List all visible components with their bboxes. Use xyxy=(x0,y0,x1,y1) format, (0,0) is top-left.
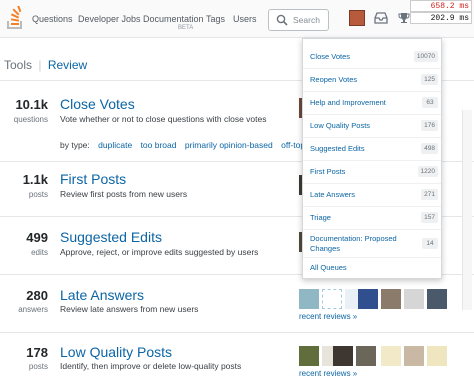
dropdown-item-help-and-improvement[interactable]: Help and Improvement 63 xyxy=(303,92,441,115)
reviewer-avatar[interactable] xyxy=(358,289,378,309)
reviewer-avatar[interactable] xyxy=(299,289,319,309)
dropdown-item-triage[interactable]: Triage 157 xyxy=(303,207,441,230)
filter-duplicate[interactable]: duplicate xyxy=(98,140,132,150)
tab-review[interactable]: Review xyxy=(48,58,87,72)
reviewer-avatar[interactable] xyxy=(404,289,424,309)
queue-count-badge: 176 xyxy=(421,120,438,131)
queue-title-link[interactable]: Close Votes xyxy=(60,96,135,112)
search-input[interactable]: Search xyxy=(268,9,329,31)
user-avatar[interactable] xyxy=(349,10,365,26)
queue-count-badge: 498 xyxy=(421,143,438,154)
tab-separator: | xyxy=(38,58,42,72)
dropdown-item-label: Late Answers xyxy=(310,190,356,199)
queue-title-link[interactable]: Late Answers xyxy=(60,287,144,303)
queue-description: Review late answers from new users xyxy=(60,304,199,314)
tab-tools[interactable]: Tools xyxy=(4,58,32,72)
by-type-label: by type: xyxy=(60,140,90,150)
queue-count-badge: 1220 xyxy=(417,166,438,177)
page-tabs: Tools | Review xyxy=(4,58,87,72)
queue-count-badge: 125 xyxy=(421,74,438,85)
queue-title-link[interactable]: Suggested Edits xyxy=(60,229,162,245)
beta-badge: BETA xyxy=(178,25,194,31)
filter-opinion-based[interactable]: primarily opinion-based xyxy=(185,140,273,150)
reviewer-avatar[interactable] xyxy=(381,289,401,309)
dropdown-item-label: Close Votes xyxy=(310,52,351,61)
stack-overflow-logo-icon[interactable] xyxy=(6,6,24,30)
queue-count-badge: 157 xyxy=(421,212,438,223)
queue-count: 280 xyxy=(26,288,48,303)
search-placeholder: Search xyxy=(293,15,320,25)
scrollbar[interactable] xyxy=(462,110,472,310)
nav-questions[interactable]: Questions xyxy=(32,14,73,24)
close-vote-type-filters: by type: duplicate too broad primarily o… xyxy=(60,140,311,150)
nav-tags[interactable]: Tags xyxy=(206,14,225,24)
queue-description: Approve, reject, or improve edits sugges… xyxy=(60,247,259,257)
reviewer-avatar[interactable] xyxy=(333,346,353,366)
dropdown-item-all-queues[interactable]: All Queues xyxy=(303,258,441,278)
recent-reviews-link[interactable]: recent reviews » xyxy=(299,369,357,378)
queue-count: 178 xyxy=(26,345,48,360)
reviewer-avatar[interactable] xyxy=(427,346,447,366)
queue-unit: questions xyxy=(13,115,48,124)
nav-users[interactable]: Users xyxy=(233,14,257,24)
dropdown-item-label: Low Quality Posts xyxy=(310,121,371,130)
queue-count-badge: 14 xyxy=(422,238,438,249)
reviewer-avatar[interactable] xyxy=(356,346,376,366)
queue-count-badge: 10070 xyxy=(413,51,438,62)
reviewer-avatar[interactable] xyxy=(322,289,342,309)
queue-description: Review first posts from new users xyxy=(60,189,188,199)
filter-too-broad[interactable]: too broad xyxy=(141,140,177,150)
dropdown-item-first-posts[interactable]: First Posts 1220 xyxy=(303,161,441,184)
queue-title-link[interactable]: Low Quality Posts xyxy=(60,344,172,360)
dropdown-item-close-votes[interactable]: Close Votes 10070 xyxy=(303,43,441,69)
queue-unit: answers xyxy=(18,305,48,314)
top-bar: Questions Developer Jobs Documentation B… xyxy=(0,0,474,38)
divider xyxy=(0,332,474,333)
queue-count-badge: 63 xyxy=(422,97,438,108)
dropdown-item-late-answers[interactable]: Late Answers 271 xyxy=(303,184,441,207)
queue-count-badge: 271 xyxy=(421,189,438,200)
queue-count: 10.1k xyxy=(15,97,48,112)
queue-unit: edits xyxy=(31,248,48,257)
queue-unit: posts xyxy=(28,362,48,371)
reviewer-avatar[interactable] xyxy=(427,289,447,309)
search-icon xyxy=(276,14,288,26)
dropdown-item-label: Suggested Edits xyxy=(310,144,365,153)
reviewer-avatar[interactable] xyxy=(404,346,424,366)
dropdown-item-label: Documentation: Proposed Changes xyxy=(310,234,397,253)
perf-timer-server: 202.9 ms xyxy=(410,12,472,24)
queue-title-link[interactable]: First Posts xyxy=(60,171,126,187)
dropdown-item-label: First Posts xyxy=(310,167,346,176)
inbox-icon[interactable] xyxy=(374,12,388,24)
recent-reviews-link[interactable]: recent reviews » xyxy=(299,312,357,321)
queue-unit: posts xyxy=(28,190,48,199)
reviewer-avatar[interactable] xyxy=(299,346,319,366)
queue-description: Identify, then improve or delete low-qua… xyxy=(60,361,242,371)
dropdown-item-suggested-edits[interactable]: Suggested Edits 498 xyxy=(303,138,441,161)
reviewer-avatar[interactable] xyxy=(381,346,401,366)
dropdown-item-label: Reopen Votes xyxy=(310,75,358,84)
nav-documentation[interactable]: Documentation xyxy=(143,14,204,24)
dropdown-item-low-quality-posts[interactable]: Low Quality Posts 176 xyxy=(303,115,441,138)
queue-count: 499 xyxy=(26,230,48,245)
perf-timer-total: 658.2 ms xyxy=(410,0,472,12)
dropdown-item-label: Help and Improvement xyxy=(310,98,386,107)
queue-description: Vote whether or not to close questions w… xyxy=(60,114,267,124)
achievements-trophy-icon[interactable] xyxy=(398,12,410,24)
review-queues-dropdown: Close Votes 10070 Reopen Votes 125 Help … xyxy=(302,38,442,279)
nav-developer-jobs[interactable]: Developer Jobs xyxy=(78,14,141,24)
dropdown-item-label: Triage xyxy=(310,213,331,222)
dropdown-item-documentation-proposed-changes[interactable]: Documentation: Proposed Changes 14 xyxy=(303,230,441,258)
dropdown-item-reopen-votes[interactable]: Reopen Votes 125 xyxy=(303,69,441,92)
queue-count: 1.1k xyxy=(22,172,48,187)
dropdown-item-label: All Queues xyxy=(310,263,347,272)
